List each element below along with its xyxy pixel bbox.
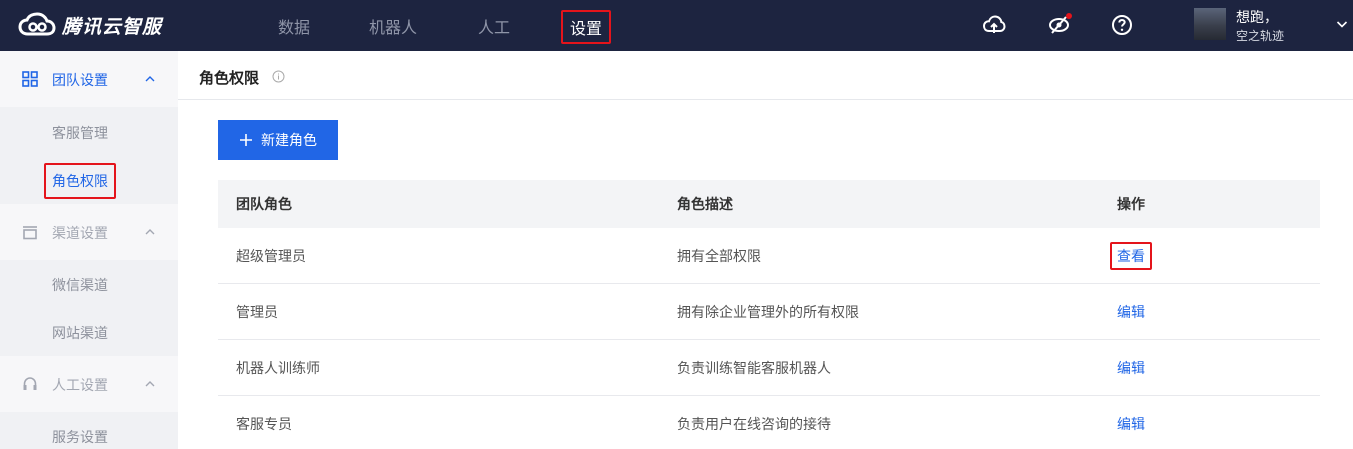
edit-link[interactable]: 编辑: [1117, 302, 1145, 322]
role-name: 管理员: [236, 304, 278, 321]
role-description: 负责用户在线咨询的接待: [677, 416, 831, 433]
grid-icon: [22, 71, 38, 87]
help-icon[interactable]: [1110, 13, 1134, 37]
role-description: 负责训练智能客服机器人: [677, 360, 831, 377]
page-header: 角色权限: [178, 51, 1353, 100]
info-icon[interactable]: [272, 70, 285, 83]
sidebar-item-role-permission[interactable]: 角色权限: [44, 163, 116, 199]
cloud-upload-icon[interactable]: [982, 13, 1006, 37]
edit-link[interactable]: 编辑: [1117, 414, 1145, 434]
sidebar-group-channel[interactable]: 渠道设置: [0, 204, 178, 260]
sidebar-group-label: 人工设置: [52, 378, 108, 394]
header-description: 角色描述: [677, 197, 733, 213]
sidebar-item-wechat-channel[interactable]: 微信渠道: [52, 275, 108, 295]
edit-link[interactable]: 编辑: [1117, 358, 1145, 378]
sidebar-group-team[interactable]: 团队设置: [0, 51, 178, 107]
chevron-up-icon: [145, 229, 155, 235]
sidebar-group-manual[interactable]: 人工设置: [0, 356, 178, 412]
sidebar: 团队设置 客服管理 角色权限 渠道设置 微信渠道 网站渠道 人工设置 服务设置: [0, 51, 178, 449]
chevron-up-icon: [145, 76, 155, 82]
nav-data[interactable]: 数据: [278, 14, 310, 38]
table-row: 机器人训练师 负责训练智能客服机器人 编辑: [218, 340, 1320, 396]
sidebar-item-service-settings[interactable]: 服务设置: [52, 427, 108, 447]
sidebar-item-website-channel[interactable]: 网站渠道: [52, 323, 108, 343]
nav-robot[interactable]: 机器人: [369, 14, 417, 38]
chevron-up-icon: [145, 381, 155, 387]
sidebar-group-label: 渠道设置: [52, 226, 108, 242]
nav-settings[interactable]: 设置: [561, 10, 612, 44]
plus-icon: [240, 134, 252, 146]
nav-manual[interactable]: 人工: [478, 14, 510, 38]
role-name: 机器人训练师: [236, 360, 320, 377]
role-name: 超级管理员: [236, 248, 306, 265]
logo-text: 腾讯云智服: [62, 15, 163, 38]
table-row: 客服专员 负责用户在线咨询的接待 编辑: [218, 396, 1320, 449]
chevron-down-icon[interactable]: [1336, 18, 1348, 30]
sidebar-item-agent-management[interactable]: 客服管理: [52, 123, 108, 143]
header-action: 操作: [1117, 197, 1145, 213]
notification-dot: [1066, 13, 1072, 19]
logo-cloud-icon: [18, 12, 56, 36]
new-role-button-label: 新建角色: [261, 133, 317, 149]
table-header: 团队角色 角色描述 操作: [218, 180, 1320, 228]
avatar[interactable]: [1194, 8, 1226, 40]
view-link[interactable]: 查看: [1110, 241, 1152, 270]
table-row: 管理员 拥有除企业管理外的所有权限 编辑: [218, 284, 1320, 340]
window-icon: [23, 226, 37, 240]
role-description: 拥有全部权限: [677, 248, 761, 265]
main-content: 角色权限 新建角色 团队角色 角色描述 操作 超级管理员 拥有全部权限 查看 管…: [178, 51, 1353, 449]
top-bar: 腾讯云智服 数据 机器人 人工 设置 想跑， 空之轨迹: [0, 0, 1353, 51]
user-name[interactable]: 想跑，: [1236, 7, 1278, 27]
sidebar-group-label: 团队设置: [52, 73, 108, 89]
role-name: 客服专员: [236, 416, 292, 433]
headset-icon: [23, 377, 37, 390]
header-role: 团队角色: [236, 197, 292, 213]
logo[interactable]: 腾讯云智服: [18, 10, 162, 40]
table-row: 超级管理员 拥有全部权限 查看: [218, 228, 1320, 284]
page-title: 角色权限: [199, 69, 260, 87]
user-subtitle: 空之轨迹: [1236, 29, 1285, 43]
role-description: 拥有除企业管理外的所有权限: [677, 304, 859, 321]
new-role-button[interactable]: 新建角色: [218, 120, 338, 160]
